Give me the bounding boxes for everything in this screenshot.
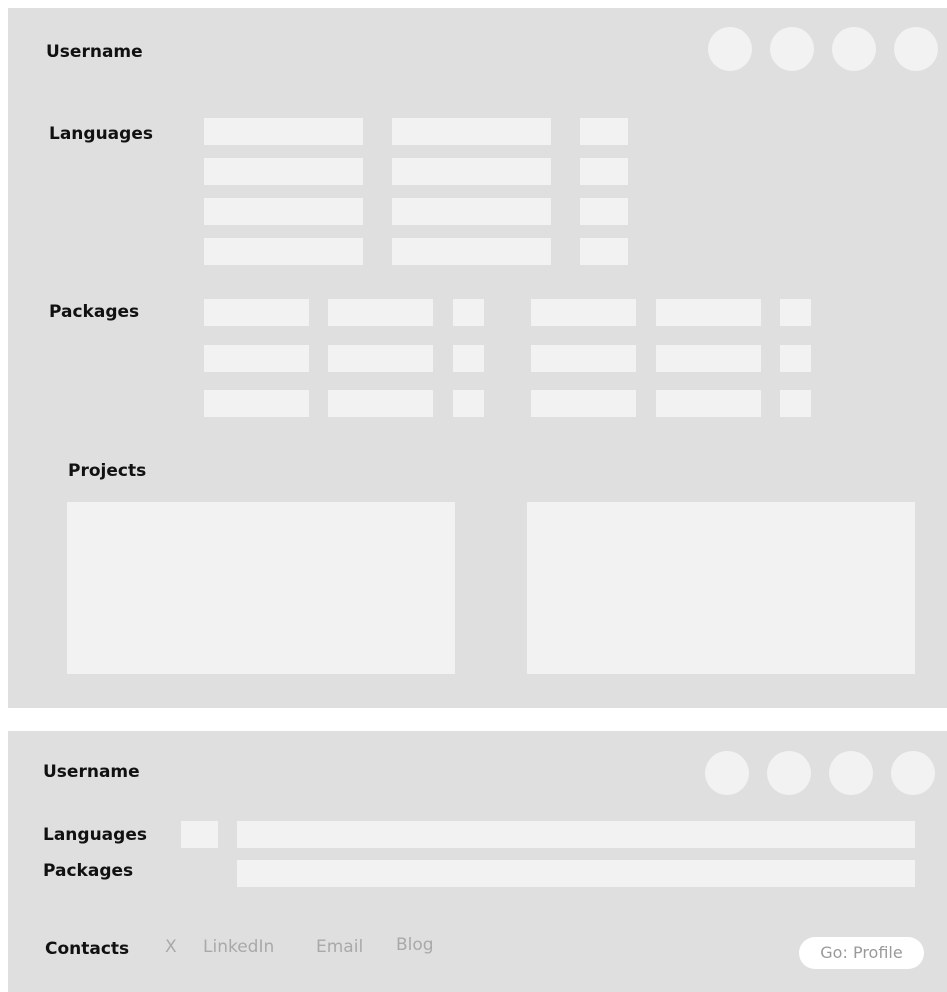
- languages-heading: Languages: [49, 124, 153, 144]
- package-name-placeholder: [531, 299, 636, 326]
- language-value-placeholder: [580, 238, 628, 265]
- language-name-placeholder: [204, 118, 363, 145]
- language-bar-placeholder: [392, 198, 551, 225]
- profile-card-compact: Username Languages Packages Contacts X L…: [8, 731, 947, 992]
- profile-link-icon-2[interactable]: [770, 27, 814, 71]
- project-card[interactable]: [67, 502, 455, 674]
- profile-card-expanded: Username Languages Packages Projects: [8, 8, 947, 708]
- language-bar-placeholder: [392, 118, 551, 145]
- packages-heading: Packages: [49, 302, 140, 322]
- package-name-placeholder: [204, 299, 309, 326]
- package-value-placeholder: [453, 390, 484, 417]
- language-name-placeholder: [204, 238, 363, 265]
- package-bar-placeholder: [328, 299, 433, 326]
- contacts-heading: Contacts: [45, 939, 130, 959]
- username-heading: Username: [43, 762, 140, 782]
- profile-link-icon-2[interactable]: [767, 751, 811, 795]
- profile-link-icon-3[interactable]: [829, 751, 873, 795]
- profile-link-icon-4[interactable]: [894, 27, 938, 71]
- language-value-placeholder: [580, 118, 628, 145]
- languages-heading: Languages: [43, 825, 147, 845]
- package-value-placeholder: [453, 299, 484, 326]
- package-bar-placeholder: [328, 390, 433, 417]
- language-bar-placeholder: [392, 158, 551, 185]
- profile-link-icon-1[interactable]: [708, 27, 752, 71]
- package-name-placeholder: [204, 345, 309, 372]
- profile-link-icon-4[interactable]: [891, 751, 935, 795]
- package-value-placeholder: [780, 299, 811, 326]
- package-value-placeholder: [453, 345, 484, 372]
- language-value-placeholder: [580, 198, 628, 225]
- package-bar-placeholder: [656, 390, 761, 417]
- projects-heading: Projects: [68, 461, 147, 481]
- package-value-placeholder: [780, 345, 811, 372]
- profile-link-icon-1[interactable]: [705, 751, 749, 795]
- profile-link-icon-3[interactable]: [832, 27, 876, 71]
- packages-heading: Packages: [43, 861, 134, 881]
- go-profile-button[interactable]: Go: Profile: [799, 937, 924, 969]
- language-value-placeholder: [580, 158, 628, 185]
- package-value-placeholder: [780, 390, 811, 417]
- contact-link-linkedin[interactable]: LinkedIn: [203, 939, 274, 956]
- package-name-placeholder: [531, 390, 636, 417]
- language-count-placeholder: [181, 821, 218, 848]
- packages-bar-placeholder: [237, 860, 915, 887]
- project-card[interactable]: [527, 502, 915, 674]
- contact-link-x[interactable]: X: [165, 939, 177, 956]
- contact-link-blog[interactable]: Blog: [396, 937, 434, 954]
- contact-link-email[interactable]: Email: [316, 939, 363, 956]
- package-name-placeholder: [531, 345, 636, 372]
- language-name-placeholder: [204, 158, 363, 185]
- package-name-placeholder: [204, 390, 309, 417]
- languages-bar-placeholder: [237, 821, 915, 848]
- package-bar-placeholder: [656, 299, 761, 326]
- package-bar-placeholder: [656, 345, 761, 372]
- username-heading: Username: [46, 42, 143, 62]
- language-name-placeholder: [204, 198, 363, 225]
- package-bar-placeholder: [328, 345, 433, 372]
- language-bar-placeholder: [392, 238, 551, 265]
